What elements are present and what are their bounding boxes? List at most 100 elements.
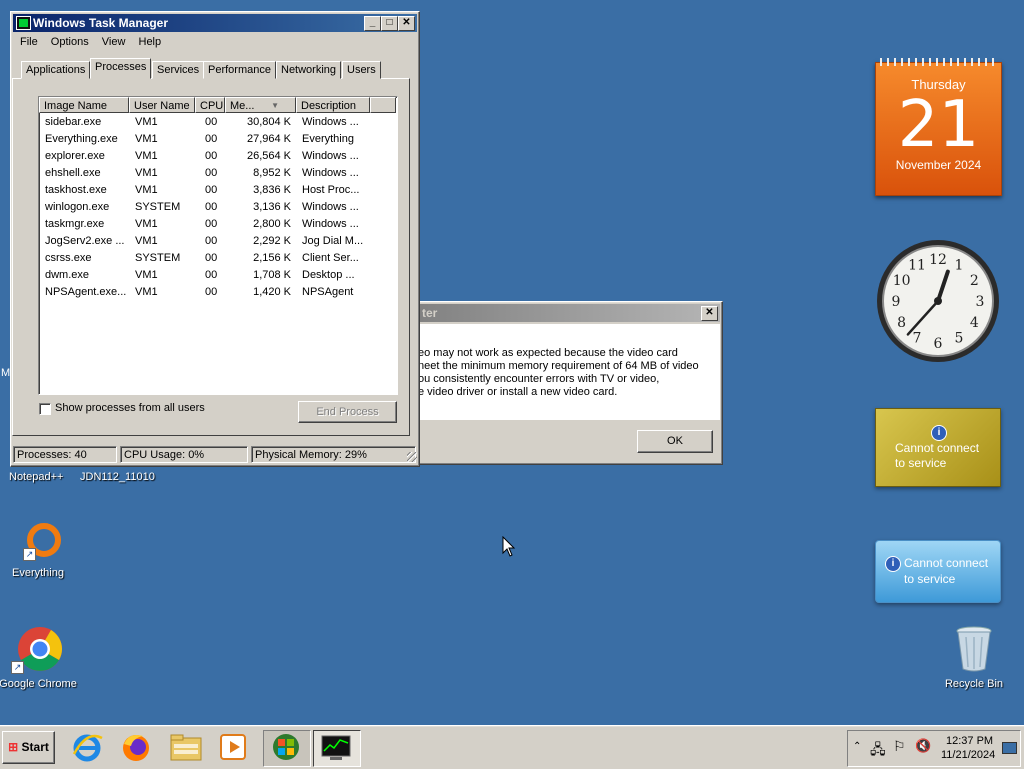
tab-performance[interactable]: Performance	[203, 61, 276, 79]
calendar-month-year: November 2024	[895, 158, 982, 172]
dialog-titlebar[interactable]: ter ✕	[408, 304, 720, 322]
table-row[interactable]: dwm.exe VM1 00 1,708 K Desktop ...	[39, 267, 395, 284]
menu-view[interactable]: View	[97, 33, 131, 51]
cell-cpu: 00	[205, 286, 218, 298]
ok-button[interactable]: OK	[637, 430, 713, 453]
resize-grip-icon[interactable]	[407, 452, 417, 462]
table-row[interactable]: winlogon.exe SYSTEM 00 3,136 K Windows ...	[39, 199, 395, 216]
clock-numeral: 6	[934, 336, 943, 352]
show-hidden-icons-icon[interactable]: ⌃	[853, 741, 861, 752]
maximize-button[interactable]: □	[381, 16, 398, 31]
tab-applications[interactable]: Applications	[21, 61, 91, 79]
column-description[interactable]: Description	[296, 97, 370, 113]
cell-user-name: SYSTEM	[135, 252, 181, 264]
cell-user-name: SYSTEM	[135, 201, 181, 213]
column-cpu[interactable]: CPU	[195, 97, 225, 113]
clock-numeral: 11	[908, 258, 926, 274]
tray-time[interactable]: 12:37 PM	[946, 735, 993, 747]
windows-logo-icon: ⊞	[8, 740, 19, 754]
warning-dialog[interactable]: ter ✕ eo may not work as expected becaus…	[405, 301, 723, 465]
taskmgr-titlebar[interactable]: Windows Task Manager _ □ ✕	[13, 14, 417, 32]
desktop-icon-recycle-bin[interactable]: Recycle Bin	[929, 625, 1019, 690]
column-memory[interactable]: Me... ▼	[225, 97, 296, 113]
clock-gadget[interactable]: 1 2 3 4 5 6 7 8 9 10 11 12	[875, 238, 1001, 364]
tab-networking[interactable]: Networking	[276, 61, 342, 79]
dialog-close-button[interactable]: ✕	[701, 306, 718, 321]
shortcut-arrow-icon: ↗	[11, 661, 24, 674]
gadget-message-line2: to service	[904, 572, 956, 586]
desktop-label-jdn[interactable]: JDN112_11010	[80, 471, 155, 483]
tab-users[interactable]: Users	[342, 61, 381, 79]
cell-image-name: explorer.exe	[45, 150, 105, 162]
table-row[interactable]: taskmgr.exe VM1 00 2,800 K Windows ...	[39, 216, 395, 233]
taskbar-window-orb[interactable]	[263, 730, 311, 767]
cell-memory: 1,420 K	[253, 286, 291, 298]
cell-user-name: VM1	[135, 269, 158, 281]
cell-image-name: csrss.exe	[45, 252, 92, 264]
desktop-icon-label: Google Chrome	[0, 678, 77, 690]
cell-image-name: taskhost.exe	[45, 184, 107, 196]
cannot-connect-gadget-2[interactable]: i Cannot connect to service	[875, 540, 1001, 603]
task-manager-window[interactable]: Windows Task Manager _ □ ✕ File Options …	[10, 11, 420, 467]
desktop-label-notepadpp[interactable]: Notepad++	[9, 471, 63, 483]
recycle-bin-icon	[956, 626, 992, 672]
column-user-name[interactable]: User Name	[129, 97, 195, 113]
menu-help[interactable]: Help	[134, 33, 167, 51]
quicklaunch-explorer[interactable]	[168, 730, 206, 765]
taskbar-task-manager[interactable]	[313, 730, 361, 767]
cell-memory: 27,964 K	[246, 133, 291, 145]
desktop-icon-everything[interactable]: ↗ Everything	[0, 522, 83, 579]
cell-image-name: ehshell.exe	[45, 167, 101, 179]
column-image-name[interactable]: Image Name	[39, 97, 129, 113]
firefox-icon	[123, 735, 149, 761]
cell-image-name: dwm.exe	[45, 269, 90, 281]
start-button[interactable]: ⊞ Start	[2, 731, 55, 764]
close-button[interactable]: ✕	[398, 16, 415, 31]
cell-image-name: NPSAgent.exe...	[45, 286, 127, 298]
action-center-flag-icon[interactable]: ⚐	[893, 738, 906, 755]
clock-numeral: 3	[976, 294, 985, 310]
desktop-icon-google-chrome[interactable]: ↗ Google Chrome	[0, 625, 83, 690]
quicklaunch-firefox[interactable]	[119, 730, 155, 765]
minimize-button[interactable]: _	[364, 16, 381, 31]
table-row[interactable]: csrss.exe SYSTEM 00 2,156 K Client Ser...	[39, 250, 395, 267]
table-row[interactable]: NPSAgent.exe... VM1 00 1,420 K NPSAgent	[39, 284, 395, 301]
menu-options[interactable]: Options	[46, 33, 94, 51]
task-manager-icon	[321, 735, 351, 760]
volume-muted-icon[interactable]: 🔇	[915, 738, 931, 754]
tab-services[interactable]: Services	[152, 61, 205, 79]
clock-numeral: 7	[913, 330, 922, 346]
table-row[interactable]: sidebar.exe VM1 00 30,804 K Windows ...	[39, 114, 395, 131]
clock-face: 1234567891011 12	[877, 240, 999, 362]
quicklaunch-internet-explorer[interactable]	[70, 730, 106, 765]
clock-numeral: 5	[955, 330, 964, 346]
tray-date[interactable]: 11/21/2024	[941, 749, 995, 761]
table-row[interactable]: Everything.exe VM1 00 27,964 K Everything	[39, 131, 395, 148]
cell-description: Client Ser...	[302, 252, 359, 264]
tab-processes[interactable]: Processes	[90, 58, 152, 79]
show-all-users-checkbox[interactable]	[39, 403, 51, 415]
cannot-connect-gadget-1[interactable]: i Cannot connect to service	[875, 408, 1001, 487]
table-row[interactable]: ehshell.exe VM1 00 8,952 K Windows ...	[39, 165, 395, 182]
start-label: Start	[21, 740, 49, 754]
cell-memory: 26,564 K	[246, 150, 291, 162]
calendar-gadget[interactable]: Thursday 21 November 2024	[875, 58, 1002, 196]
table-row[interactable]: explorer.exe VM1 00 26,564 K Windows ...	[39, 148, 395, 165]
process-list[interactable]: Image Name User Name CPU Me... ▼ Descrip…	[38, 96, 398, 395]
end-process-button[interactable]: End Process	[298, 401, 397, 423]
table-row[interactable]: JogServ2.exe ... VM1 00 2,292 K Jog Dial M..…	[39, 233, 395, 250]
cell-memory: 2,800 K	[253, 218, 291, 230]
quicklaunch-media-player[interactable]	[217, 730, 253, 765]
menu-file[interactable]: File	[15, 33, 43, 51]
table-row[interactable]: taskhost.exe VM1 00 3,836 K Host Proc...	[39, 182, 395, 199]
desktop-left-fragment: M	[1, 367, 11, 379]
system-tray: ⌃ 🖧 ⚐ 🔇 12:37 PM 11/21/2024	[847, 730, 1021, 767]
network-icon[interactable]: 🖧	[870, 739, 886, 763]
dialog-message-line: neet the minimum memory requirement of 6…	[418, 360, 699, 372]
show-desktop-icon[interactable]	[1002, 742, 1017, 754]
clock-numeral: 12	[929, 252, 947, 268]
show-all-users-label[interactable]: Show processes from all users	[55, 402, 205, 414]
cell-image-name: taskmgr.exe	[45, 218, 105, 230]
cell-memory: 2,292 K	[253, 235, 291, 247]
mouse-cursor-icon	[502, 536, 516, 557]
